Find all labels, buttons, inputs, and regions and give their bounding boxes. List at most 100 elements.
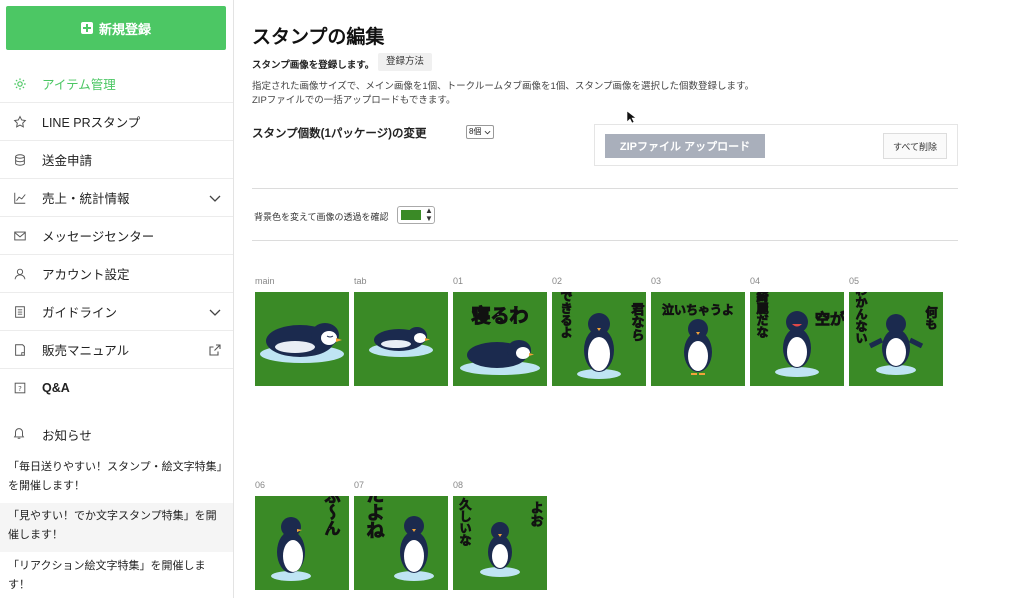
sidebar-item-label: 売上・統計情報 — [42, 192, 130, 206]
sticker-image: だよね — [363, 496, 434, 581]
sticker-tile[interactable]: だよね — [354, 496, 448, 590]
user-icon — [12, 266, 28, 282]
sticker-tile[interactable] — [255, 292, 349, 386]
sticker-count-select[interactable]: 8個 — [466, 125, 495, 139]
svg-text:わかんない: わかんない — [854, 292, 868, 344]
svg-text:久しいな: 久しいな — [458, 497, 472, 547]
sidebar-item-label: Q&A — [42, 381, 70, 395]
new-registration-button[interactable]: 新規登録 — [6, 6, 226, 50]
divider — [252, 240, 958, 241]
description-line: ZIPファイルでの一括アップロードもできます。 — [252, 95, 456, 106]
sidebar-item-qa[interactable]: ? Q&A — [0, 369, 233, 407]
sticker-cell-05: 05 何も わかんない — [849, 276, 943, 386]
sticker-label: 01 — [453, 276, 464, 286]
plus-icon — [80, 22, 93, 34]
sidebar-item-label: アカウント設定 — [42, 268, 130, 282]
sticker-cell-08: 08 よお 久しいな — [453, 480, 547, 590]
sticker-label: 06 — [255, 480, 266, 490]
sticker-label: 04 — [750, 276, 761, 286]
sticker-tile[interactable]: 空が 綺麗だな — [750, 292, 844, 386]
notice-heading: お知らせ — [0, 420, 233, 448]
sticker-image: よお 久しいな — [458, 496, 543, 577]
svg-text:よお: よお — [528, 501, 543, 527]
sidebar-item-account-settings[interactable]: アカウント設定 — [0, 255, 233, 293]
notice-label: お知らせ — [42, 428, 92, 443]
sidebar-item-label: 送金申請 — [42, 154, 93, 168]
coin-stack-icon — [12, 152, 28, 168]
sticker-tile[interactable]: 何も わかんない — [849, 292, 943, 386]
sidebar-item-remittance[interactable]: 送金申請 — [0, 141, 233, 179]
sticker-cell-main: main — [255, 276, 349, 386]
page-subtitle: スタンプ画像を登録します。 — [252, 60, 375, 71]
sticker-tile[interactable] — [354, 292, 448, 386]
sticker-image: ふ〜ん — [271, 496, 341, 581]
svg-text:だよね: だよね — [364, 496, 385, 539]
sidebar-item-sales-stats[interactable]: 売上・統計情報 — [0, 179, 233, 217]
sidebar-item-item-management[interactable]: アイテム管理 — [0, 65, 233, 103]
sidebar-item-guideline[interactable]: ガイドライン — [0, 293, 233, 331]
news-item[interactable]: 「見やすい！でか文字スタンプ特集」を開催します！ — [0, 503, 233, 552]
chevron-down-icon[interactable] — [208, 305, 222, 319]
sticker-label: 08 — [453, 480, 464, 490]
sticker-count-label: スタンプ個数(1パッケージ)の変更 — [252, 128, 427, 140]
sticker-image: 泣いちゃうよ — [662, 302, 734, 375]
sticker-label: 07 — [354, 480, 365, 490]
star-icon — [12, 114, 28, 130]
question-icon: ? — [12, 380, 28, 396]
sidebar-item-label: ガイドライン — [42, 306, 118, 320]
description: 指定された画像サイズで、メイン画像を1個、トークルームタブ画像を1個、スタンプ画… — [252, 80, 754, 108]
sticker-tile[interactable]: 君なら できるよ — [552, 292, 646, 386]
sticker-cell-tab: tab — [354, 276, 448, 386]
sidebar-item-line-pr-stamp[interactable]: LINE PRスタンプ — [0, 103, 233, 141]
document-icon — [12, 304, 28, 320]
sleeping-penguin-image — [260, 323, 344, 363]
bell-icon — [12, 426, 28, 442]
sticker-tile[interactable]: 泣いちゃうよ — [651, 292, 745, 386]
sidebar-item-label: メッセージセンター — [42, 230, 155, 244]
zip-upload-button[interactable]: ZIPファイル アップロード — [605, 134, 765, 158]
chevron-down-icon[interactable] — [208, 191, 222, 205]
svg-text:泣いちゃうよ: 泣いちゃうよ — [662, 302, 734, 317]
sleeping-penguin-image — [369, 327, 433, 357]
sticker-cell-03: 03 泣いちゃうよ — [651, 276, 745, 386]
news-item[interactable]: 「毎日送りやすい！スタンプ・絵文字特集」を開催します！ — [0, 454, 233, 502]
chart-icon — [12, 190, 28, 206]
sidebar-item-label: 販売マニュアル — [42, 344, 130, 358]
sticker-label: tab — [354, 276, 367, 286]
sidebar-item-label: アイテム管理 — [42, 78, 116, 92]
sticker-cell-07: 07 だよね — [354, 480, 448, 590]
sidebar-item-label: LINE PRスタンプ — [42, 116, 141, 130]
main-content: スタンプの編集 スタンプ画像を登録します。 登録方法 指定された画像サイズで、メ… — [234, 0, 1024, 598]
sticker-tile[interactable]: 寝るわ — [453, 292, 547, 386]
sticker-image: 君なら できるよ — [559, 292, 644, 379]
sticker-tile[interactable]: よお 久しいな — [453, 496, 547, 590]
sticker-count-value: 8個 — [469, 127, 482, 136]
sidebar-item-message-center[interactable]: メッセージセンター — [0, 217, 233, 255]
new-registration-label: 新規登録 — [98, 21, 151, 37]
sticker-image: 寝るわ — [460, 304, 540, 375]
mouse-cursor-icon — [626, 110, 636, 124]
chevron-down-icon — [485, 130, 491, 134]
svg-text:できるよ: できるよ — [559, 292, 573, 338]
svg-text:空が: 空が — [815, 310, 844, 328]
external-link-icon[interactable] — [208, 343, 222, 357]
sticker-cell-06: 06 ふ〜ん — [255, 480, 349, 590]
sticker-cell-02: 02 君なら できるよ — [552, 276, 646, 386]
howto-button[interactable]: 登録方法 — [378, 53, 433, 71]
sticker-tile[interactable]: ふ〜ん — [255, 496, 349, 590]
book-icon — [12, 342, 28, 358]
sidebar-item-sales-manual[interactable]: 販売マニュアル — [0, 331, 233, 369]
divider — [252, 188, 958, 189]
news-item[interactable]: 「リアクション絵文字特集」を開催します！ — [0, 553, 233, 598]
bg-color-picker[interactable]: ▲ ▼ — [397, 206, 435, 224]
sticker-label: main — [255, 276, 275, 286]
sticker-cell-01: 01 寝るわ — [453, 276, 547, 386]
sidebar-nav: アイテム管理 LINE PRスタンプ 送金申請 売上・統計情報 メッセージセンタ… — [0, 65, 233, 407]
gear-icon — [12, 76, 28, 92]
bg-color-label: 背景色を変えて画像の透過を確認 — [254, 212, 389, 222]
page-title: スタンプの編集 — [252, 27, 385, 48]
mail-icon — [12, 228, 28, 244]
svg-text:何も: 何も — [924, 305, 938, 330]
delete-all-button[interactable]: すべて削除 — [883, 133, 947, 159]
updown-arrow-icon: ▲ ▼ — [425, 206, 433, 223]
